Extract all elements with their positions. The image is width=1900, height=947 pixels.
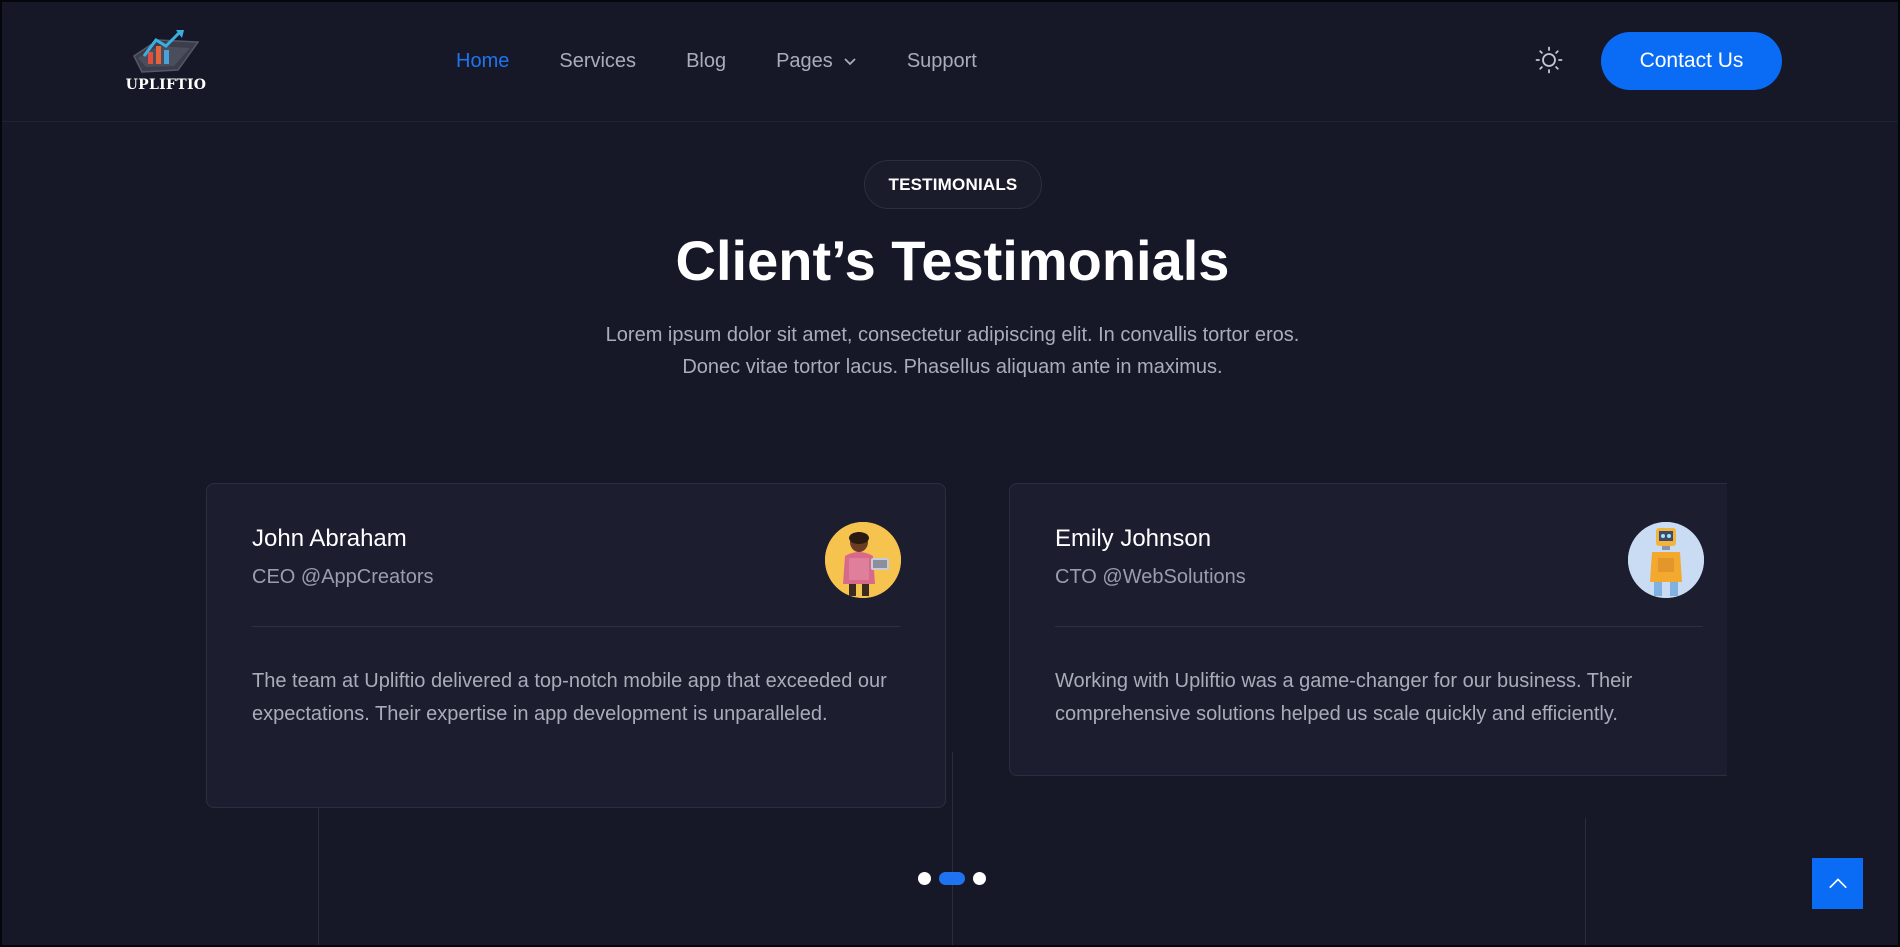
section-title: Client’s Testimonials [675, 229, 1230, 292]
nav-blog[interactable]: Blog [686, 50, 726, 73]
testimonial-name: Emily Johnson [1055, 525, 1212, 552]
decorative-line [952, 752, 953, 947]
testimonial-quote: Working with Upliftio was a game-changer… [1055, 670, 1633, 725]
testimonial-name: John Abraham [252, 525, 407, 552]
nav-support-label: Support [906, 49, 977, 72]
nav-home[interactable]: Home [456, 50, 509, 73]
card-divider [1055, 626, 1703, 627]
testimonial-card: Emily Johnson CTO @WebSolutions Working … [1009, 483, 1727, 776]
nav-support[interactable]: Support [907, 50, 977, 73]
testimonial-quote: The team at Upliftio delivered a top-not… [252, 670, 887, 725]
sun-icon[interactable] [1535, 46, 1563, 74]
avatar [825, 522, 901, 598]
chevron-up-icon [1828, 877, 1847, 888]
nav-pages-label: Pages [776, 49, 833, 72]
testimonial-role: CTO @WebSolutions [1055, 566, 1246, 588]
nav-blog-label: Blog [686, 49, 727, 72]
person-with-laptop-avatar-icon [825, 522, 901, 598]
subtitle-line: Donec vitae tortor lacus. Phasellus aliq… [682, 356, 1223, 378]
logo[interactable]: UPLIFTIO [124, 26, 208, 96]
main-nav: Home Services Blog Pages Support [456, 48, 1027, 74]
nav-pages[interactable]: Pages [776, 50, 857, 73]
back-to-top-button[interactable] [1812, 858, 1863, 909]
testimonial-card: John Abraham CEO @AppCreators The team a… [206, 483, 946, 808]
avatar [1628, 522, 1704, 598]
pagination-dot[interactable] [973, 871, 986, 885]
card-divider [252, 626, 900, 627]
decorative-line [1585, 818, 1586, 947]
chevron-down-icon [844, 58, 856, 66]
robot-avatar-icon [1628, 522, 1704, 598]
site-header: UPLIFTIO Home Services Blog Pages Suppor… [0, 0, 1900, 122]
logo-mark-icon [133, 30, 200, 73]
carousel-pagination [918, 871, 986, 885]
nav-services[interactable]: Services [559, 50, 636, 73]
section-subtitle: Lorem ipsum dolor sit amet, consectetur … [0, 319, 1900, 383]
logo-text: UPLIFTIO [125, 77, 207, 93]
pagination-dot-active[interactable] [939, 871, 965, 885]
section-badge: TESTIMONIALS [864, 160, 1042, 209]
subtitle-line: Lorem ipsum dolor sit amet, consectetur … [605, 324, 1300, 346]
decorative-line [318, 808, 319, 947]
pagination-dot[interactable] [918, 871, 931, 885]
nav-services-label: Services [559, 49, 637, 72]
nav-home-label: Home [456, 49, 510, 72]
contact-us-button[interactable]: Contact Us [1601, 32, 1782, 90]
testimonial-role: CEO @AppCreators [252, 566, 434, 588]
